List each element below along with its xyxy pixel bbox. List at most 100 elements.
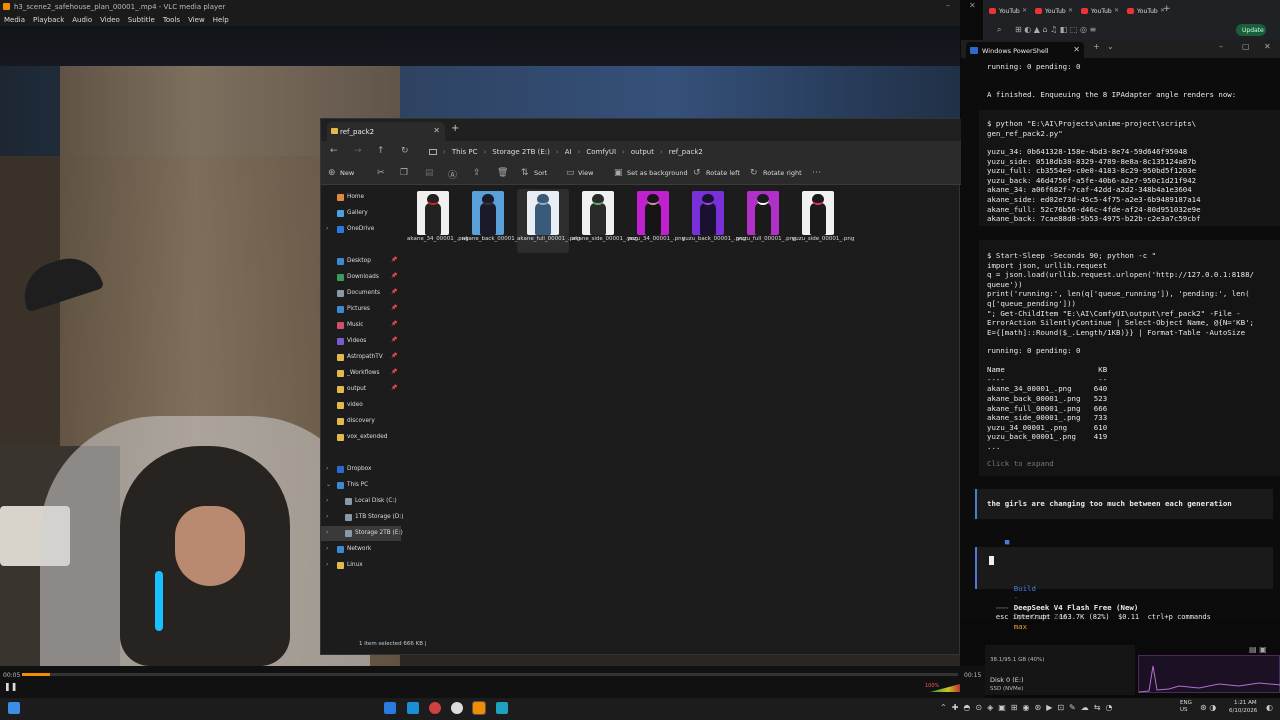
nav-item-videos[interactable]: Videos 📌 — [321, 334, 401, 349]
nav-item-linux[interactable]: › Linux — [321, 558, 401, 573]
maximize-icon[interactable]: ▢ — [1242, 42, 1250, 51]
rename-icon[interactable]: Ⓐ — [448, 168, 457, 181]
nav-item-network[interactable]: › Network — [321, 542, 401, 557]
close-tab-icon[interactable]: ✕ — [1073, 45, 1080, 54]
chevron-down-icon[interactable]: ⌄ — [326, 481, 331, 488]
chevron-right-icon[interactable]: › — [326, 465, 328, 472]
search-icon[interactable]: ⌕ — [997, 25, 1001, 35]
nav-item-workflows[interactable]: _Workflows 📌 — [321, 366, 401, 381]
breadcrumb-comfyui[interactable]: ComfyUI — [586, 148, 616, 156]
copy-icon[interactable]: ❐ — [400, 168, 408, 178]
update-button[interactable]: Update — [1236, 24, 1266, 36]
nav-item-music[interactable]: Music 📌 — [321, 318, 401, 333]
share-icon[interactable]: ⇪ — [473, 168, 481, 178]
language-indicator[interactable]: ENG US — [1180, 700, 1192, 714]
explorer-tab[interactable]: ref_pack2 ✕ — [327, 122, 445, 141]
steam-icon[interactable] — [407, 702, 419, 714]
file-item[interactable]: akane_full_00001_.png — [517, 189, 580, 253]
delete-icon[interactable]: 🗑 — [497, 168, 508, 178]
browser-tab[interactable]: YouTub ✕ — [1031, 4, 1075, 18]
chevron-right-icon[interactable]: › — [326, 497, 328, 504]
new-tab-icon[interactable]: + — [1093, 42, 1100, 51]
pause-icon[interactable]: ❚❚ — [4, 682, 17, 692]
chrome-icon[interactable] — [429, 702, 441, 714]
telegram-icon[interactable] — [496, 702, 508, 714]
close-tab-icon[interactable]: ✕ — [1114, 7, 1119, 14]
powershell-tab[interactable]: Windows PowerShell ✕ — [966, 42, 1084, 58]
paste-icon[interactable]: ▤ — [425, 168, 434, 178]
view-button[interactable]: View — [578, 169, 593, 177]
nav-item-pictures[interactable]: Pictures 📌 — [321, 302, 401, 317]
browser-tab[interactable]: YouTub ✕ — [1123, 4, 1167, 18]
nav-item-1tb-storage-d[interactable]: › 1TB Storage (D:) — [321, 510, 404, 525]
menu-subtitle[interactable]: Subtitle — [128, 16, 155, 26]
tray-icons[interactable]: ⌃✚◓⊙◈▣⊞◉⊛▶⊡✎☁⇆◔ — [940, 703, 1117, 712]
wifi-icon[interactable]: ⊛ ◑ — [1200, 703, 1216, 712]
chevron-right-icon[interactable]: › — [326, 545, 328, 552]
nav-item-output[interactable]: output 📌 — [321, 382, 401, 397]
chevron-right-icon[interactable]: › — [326, 513, 328, 520]
chevron-right-icon[interactable]: › — [326, 561, 328, 568]
menu-view[interactable]: View — [188, 16, 205, 26]
close-tab-icon[interactable]: ✕ — [1068, 7, 1073, 14]
build-mode[interactable]: Build — [1014, 584, 1036, 593]
minimize-icon[interactable]: – — [946, 1, 950, 10]
breadcrumb-output[interactable]: output — [631, 148, 654, 156]
nav-item-astropathtv[interactable]: AstropathTV 📌 — [321, 350, 401, 365]
rotate-right-button[interactable]: Rotate right — [763, 169, 802, 177]
nav-item-documents[interactable]: Documents 📌 — [321, 286, 401, 301]
nav-item-vox-extended[interactable]: vox_extended — [321, 430, 401, 445]
prompt-input[interactable]: Build · DeepSeek V4 Flash Free (New) Ope… — [975, 547, 1273, 631]
taskbar-app-icon[interactable] — [384, 702, 396, 714]
menu-tools[interactable]: Tools — [163, 16, 180, 26]
file-item[interactable]: akane_side_00001_.png — [572, 189, 638, 253]
more-icon[interactable]: ⋯ — [812, 168, 821, 178]
nav-item-video[interactable]: video — [321, 398, 401, 413]
close-icon[interactable]: ✕ — [969, 1, 976, 10]
media-icon[interactable] — [451, 702, 463, 714]
windows-start-icon[interactable] — [8, 702, 20, 714]
close-tab-icon[interactable]: ✕ — [433, 126, 440, 135]
breadcrumb-ai[interactable]: AI — [565, 148, 572, 156]
nav-item-gallery[interactable]: Gallery — [321, 206, 401, 221]
close-icon[interactable]: ✕ — [1264, 42, 1271, 51]
chevron-down-icon[interactable]: ⌄ — [1107, 42, 1114, 51]
forward-icon[interactable]: → — [354, 146, 362, 156]
file-item[interactable]: yuzu_full_00001_.png — [737, 189, 797, 253]
clock-time[interactable]: 1:21 AM — [1234, 700, 1257, 706]
command-block[interactable]: $ Start-Sleep -Seconds 90; python -c " i… — [979, 240, 1280, 476]
file-item[interactable]: akane_back_00001_.png — [462, 189, 530, 253]
expand-link[interactable]: Click to expand — [987, 459, 1054, 469]
new-button[interactable]: New — [340, 169, 354, 177]
new-tab-icon[interactable]: + — [1163, 4, 1171, 14]
extensions-icon[interactable]: ⊞ ◐ ▲ ⌂ ♫ ◧ ⬚ ◎ ≡ — [1015, 25, 1096, 34]
up-icon[interactable]: ↑ — [377, 146, 385, 156]
breadcrumb-this-pc[interactable]: This PC — [452, 148, 478, 156]
refresh-icon[interactable]: ↻ — [401, 146, 409, 156]
nav-item-onedrive[interactable]: › OneDrive — [321, 222, 401, 237]
chevron-right-icon[interactable]: › — [326, 529, 328, 536]
sort-button[interactable]: Sort — [534, 169, 547, 177]
breadcrumb-storage[interactable]: Storage 2TB (E:) — [492, 148, 550, 156]
nav-item-home[interactable]: Home — [321, 190, 401, 205]
clock-date[interactable]: 6/10/2026 — [1229, 708, 1257, 714]
menu-playback[interactable]: Playback — [33, 16, 64, 26]
browser-tab[interactable]: YouTub ✕ — [985, 4, 1029, 18]
nav-item-local-disk-c[interactable]: › Local Disk (C:) — [321, 494, 401, 509]
nav-item-this-pc[interactable]: ⌄ This PC — [321, 478, 401, 493]
layout-icon[interactable]: ▤ ▣ — [1249, 645, 1267, 654]
menu-audio[interactable]: Audio — [72, 16, 92, 26]
set-background-button[interactable]: Set as background — [627, 169, 688, 177]
nav-item-downloads[interactable]: Downloads 📌 — [321, 270, 401, 285]
chevron-right-icon[interactable]: › — [326, 225, 328, 232]
new-tab-icon[interactable]: + — [451, 123, 459, 134]
menu-media[interactable]: Media — [4, 16, 25, 26]
file-item[interactable]: akane_34_00001_.png — [407, 189, 469, 253]
nav-item-discovery[interactable]: discovery — [321, 414, 401, 429]
file-item[interactable]: yuzu_side_00001_.png — [792, 189, 854, 253]
breadcrumb-ref-pack2[interactable]: ref_pack2 — [669, 148, 703, 156]
nav-item-desktop[interactable]: Desktop 📌 — [321, 254, 401, 269]
browser-tab[interactable]: YouTub ✕ — [1077, 4, 1121, 18]
seek-bar[interactable] — [22, 673, 958, 676]
file-item[interactable]: yuzu_back_00001_.png — [682, 189, 746, 253]
